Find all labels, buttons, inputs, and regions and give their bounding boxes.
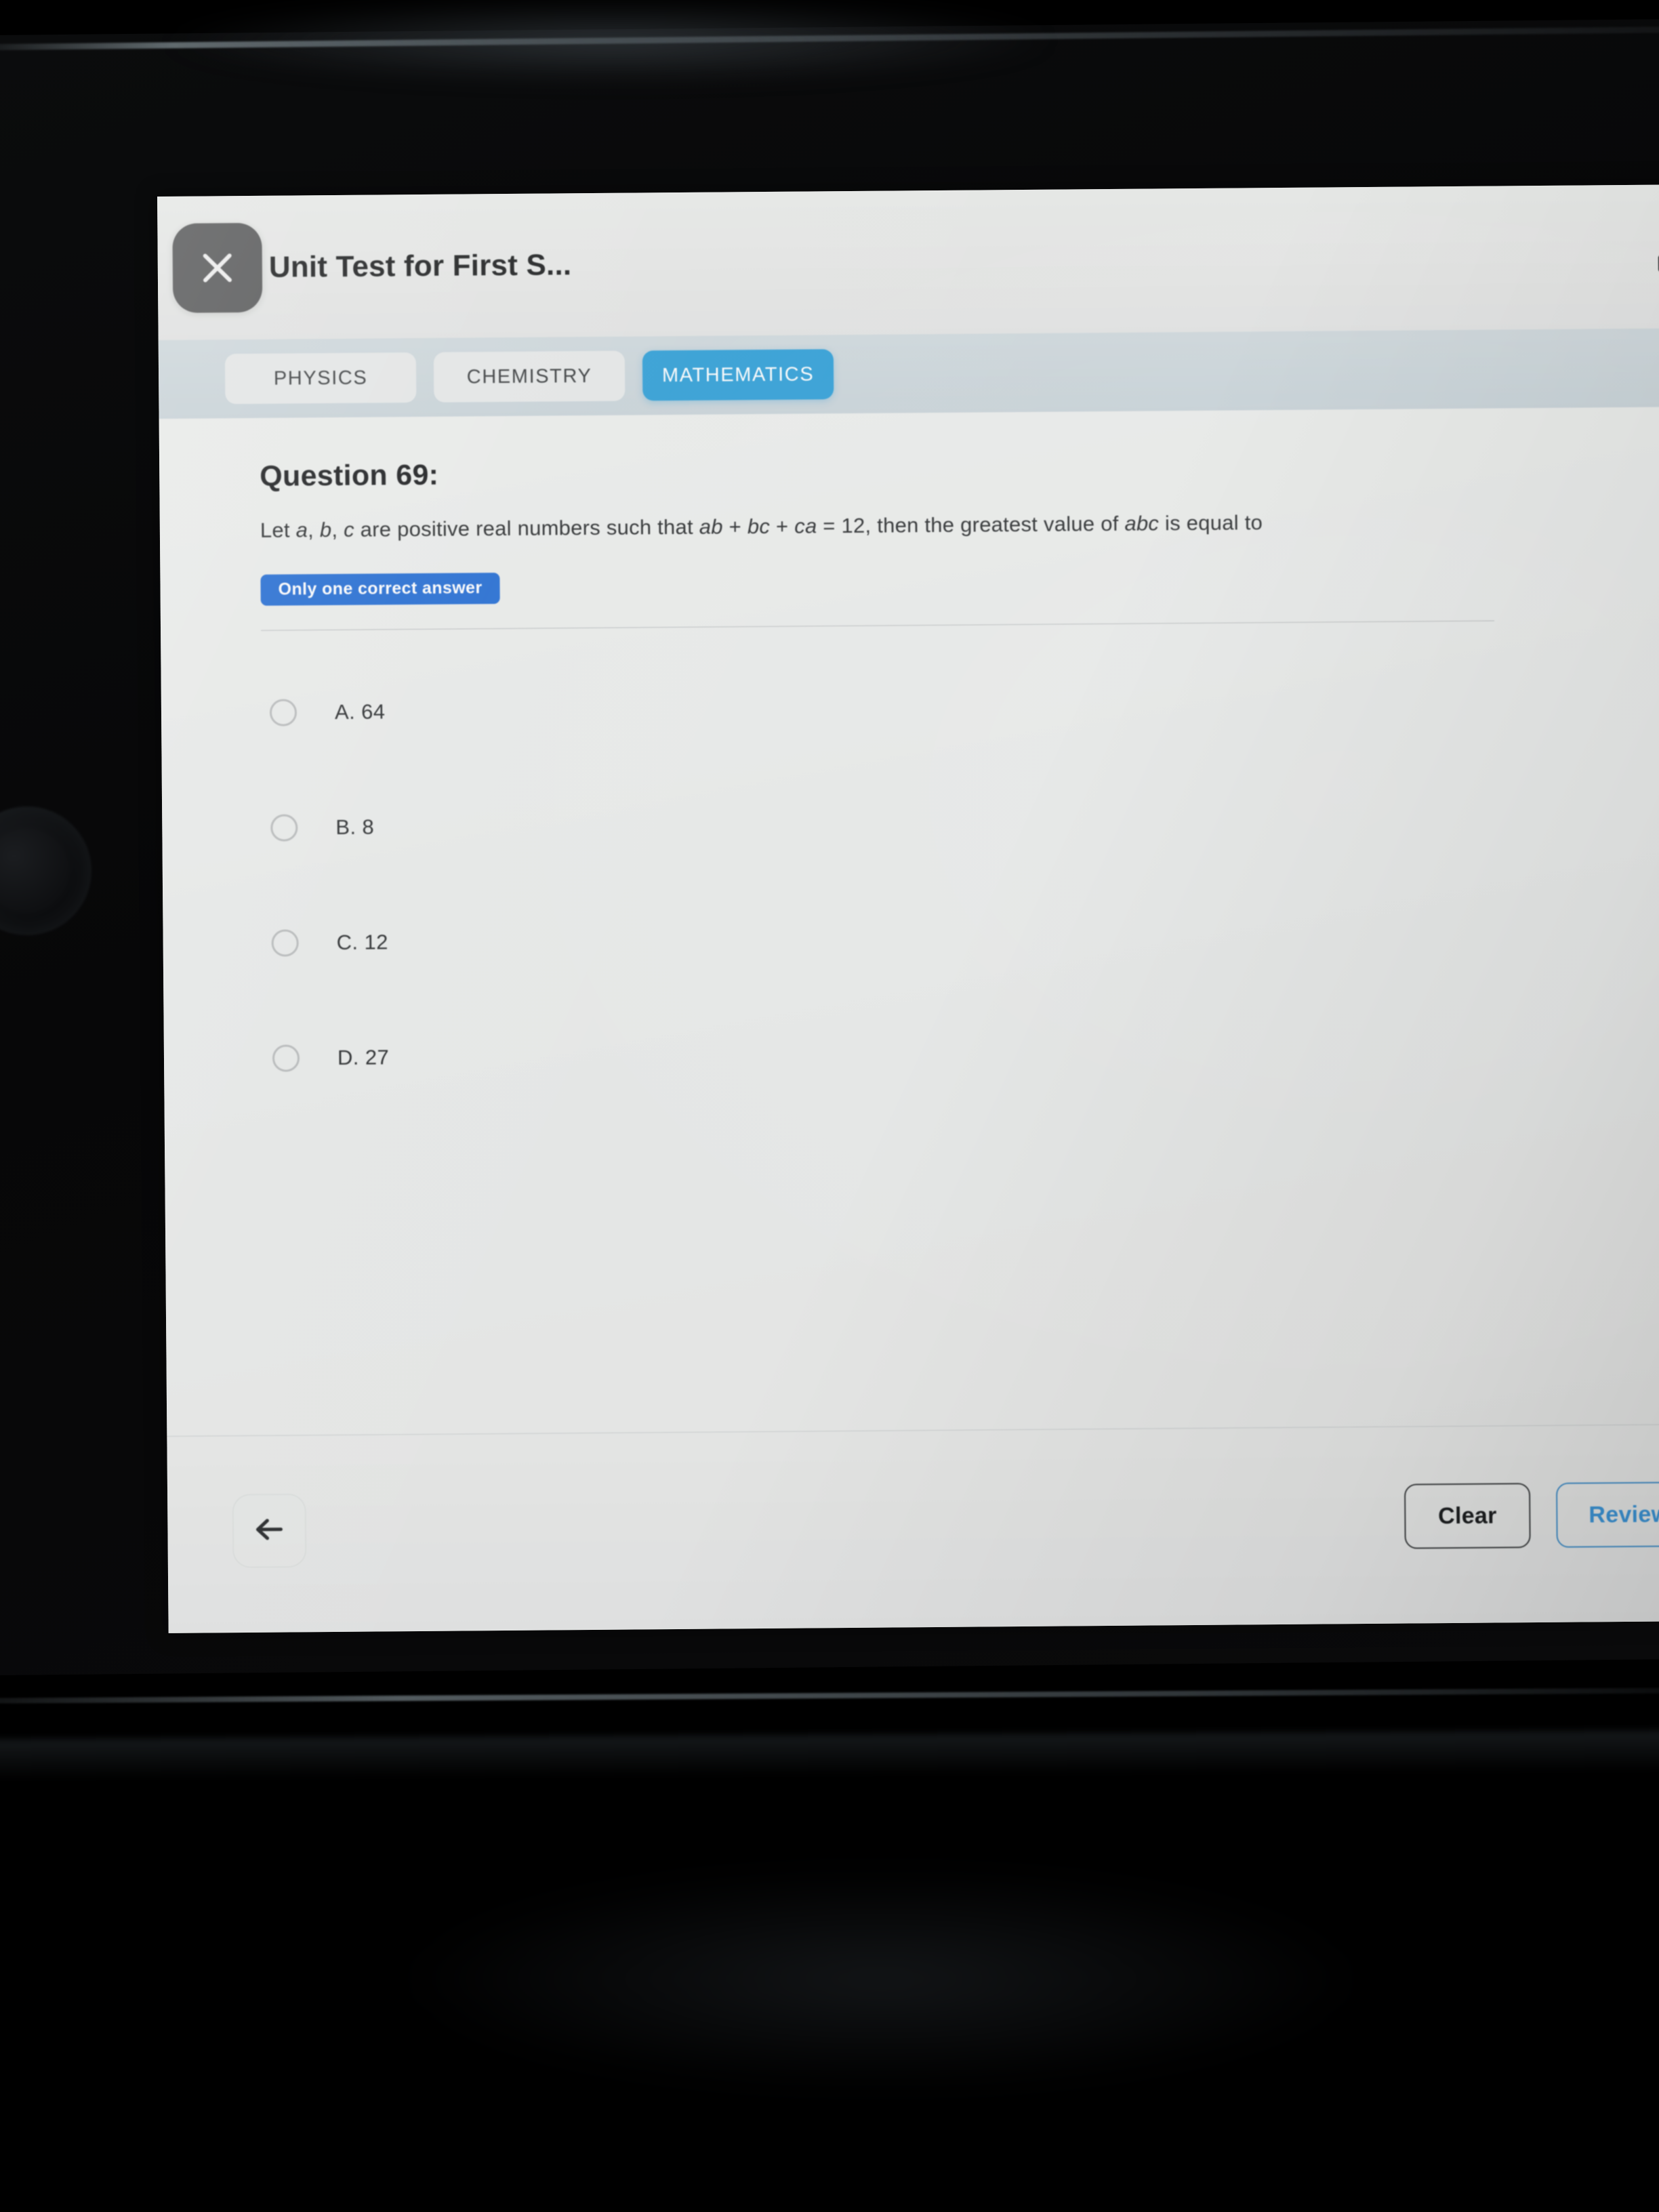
option-row-c[interactable]: C. 12 — [263, 903, 1659, 972]
back-button[interactable] — [232, 1494, 306, 1568]
option-label-d: D. 27 — [337, 1045, 390, 1069]
tab-chemistry[interactable]: CHEMISTRY — [433, 350, 626, 403]
tablet-bottom-shadow — [0, 1730, 1659, 1780]
page-title: Unit Test for First S... — [268, 248, 572, 284]
option-row-d[interactable]: D. 27 — [264, 1018, 1659, 1087]
app-header: Unit Test for First S... C — [157, 184, 1659, 340]
option-row-a[interactable]: A. 64 — [262, 672, 1659, 741]
section-divider — [261, 620, 1494, 631]
status-badge: Only one correct answer — [260, 572, 500, 606]
device-photo-background: Unit Test for First S... C PHYSICS CHEMI… — [0, 0, 1659, 2212]
question-number: Question 69: — [260, 458, 439, 493]
tab-mathematics-label: MATHEMATICS — [661, 363, 815, 386]
options-list: A. 64 B. 8 C. 12 D. 27 — [262, 672, 1659, 1087]
radio-icon-d[interactable] — [272, 1044, 300, 1072]
tab-mathematics[interactable]: MATHEMATICS — [642, 349, 834, 401]
tab-physics-label: PHYSICS — [273, 367, 368, 390]
question-panel: Question 69: Let a, b, c are positive re… — [159, 407, 1659, 1437]
clear-button[interactable]: Clear — [1404, 1483, 1531, 1549]
option-label-b: B. 8 — [335, 815, 375, 839]
footer-bar: Clear Review — [167, 1424, 1659, 1633]
radio-icon-c[interactable] — [271, 929, 299, 957]
close-x-icon — [195, 245, 241, 291]
clear-button-label: Clear — [1437, 1502, 1497, 1529]
radio-icon-b[interactable] — [270, 814, 298, 842]
option-label-c: C. 12 — [336, 930, 388, 954]
review-button-label: Review — [1589, 1501, 1659, 1528]
tab-chemistry-label: CHEMISTRY — [466, 365, 592, 388]
footer-actions: Clear Review — [1404, 1481, 1659, 1549]
back-arrow-icon — [249, 1509, 289, 1552]
close-button[interactable] — [172, 222, 263, 313]
review-button[interactable]: Review — [1555, 1481, 1659, 1548]
option-label-a: A. 64 — [334, 699, 386, 724]
surface-glare-bottom — [407, 1870, 1355, 2087]
tablet-screen: Unit Test for First S... C PHYSICS CHEMI… — [157, 184, 1659, 1633]
bezel-glare-top — [169, 0, 1050, 81]
subject-tab-strip: PHYSICS CHEMISTRY MATHEMATICS — [158, 328, 1659, 419]
tab-physics[interactable]: PHYSICS — [224, 352, 417, 405]
radio-icon-a[interactable] — [269, 699, 298, 726]
tablet-bottom-edge-highlight — [0, 1687, 1659, 1704]
option-row-b[interactable]: B. 8 — [262, 787, 1659, 857]
